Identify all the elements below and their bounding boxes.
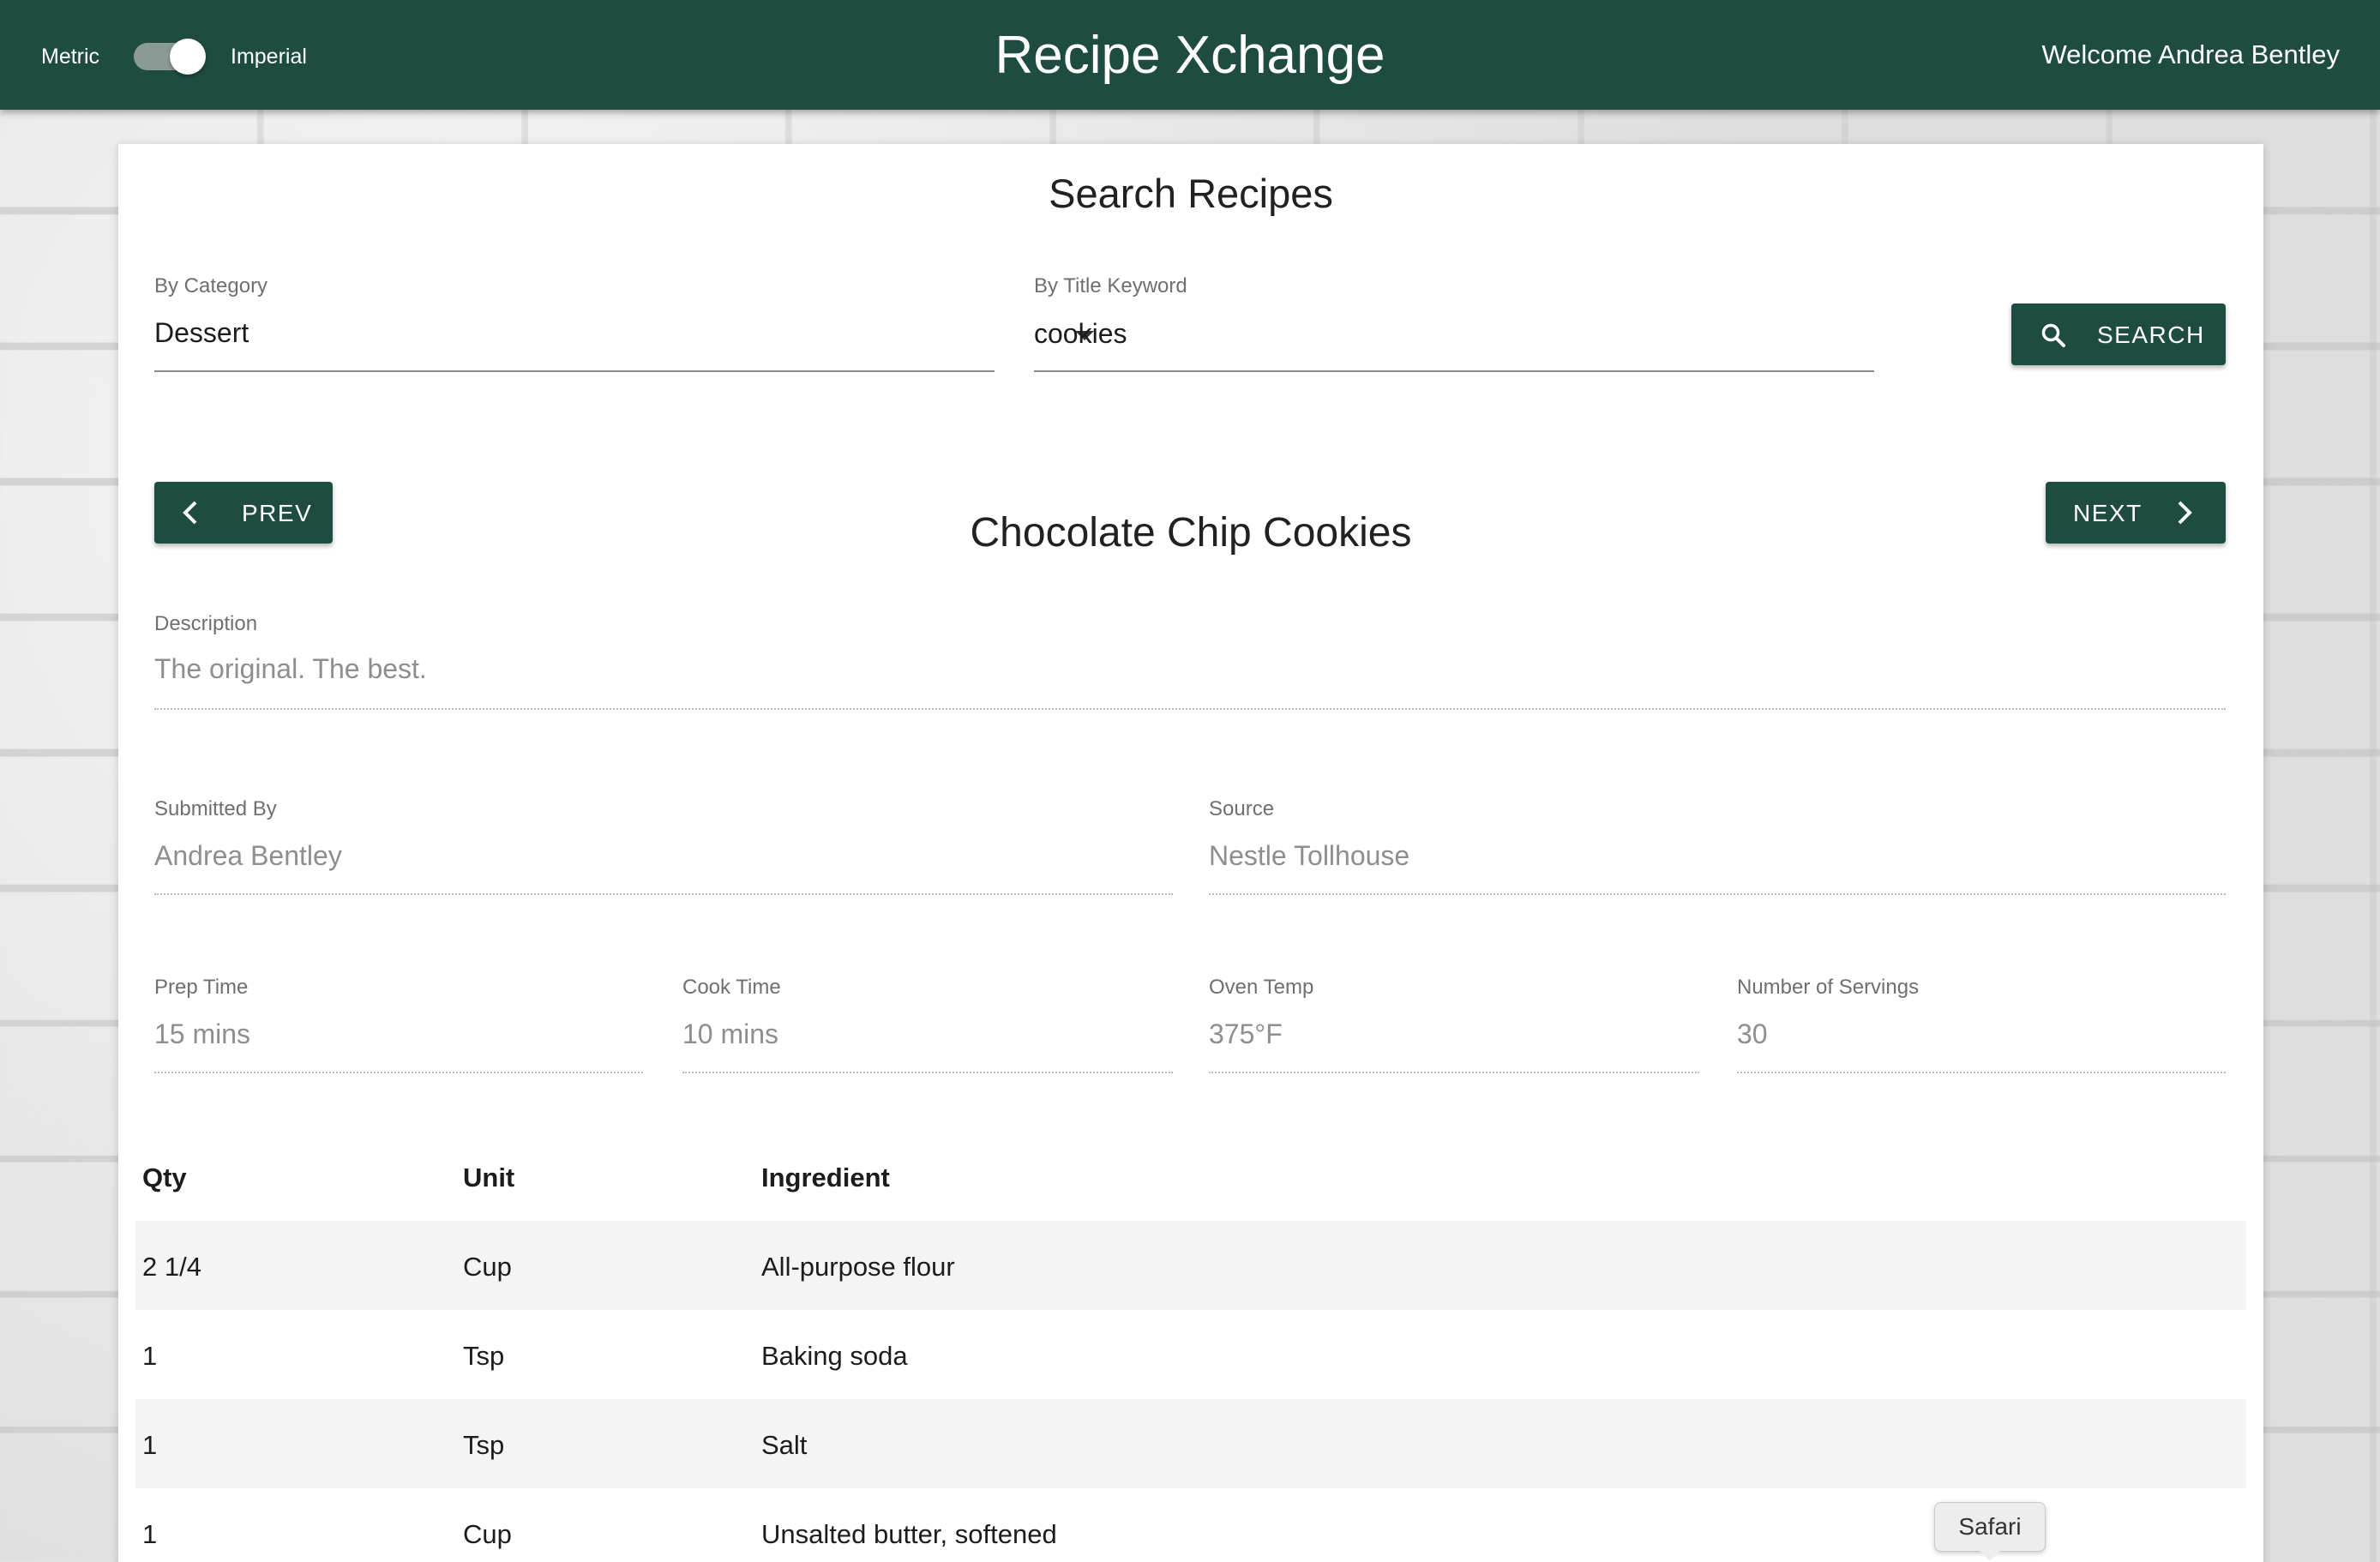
- app-title: Recipe Xchange: [995, 26, 1385, 85]
- column-header-unit: Unit: [463, 1162, 515, 1193]
- search-button-label: SEARCH: [2097, 321, 2205, 348]
- servings-underline: [1737, 1072, 2226, 1073]
- search-icon: [2041, 323, 2065, 347]
- welcome-message: Welcome Andrea Bentley: [2041, 39, 2340, 69]
- unit-cell: Tsp: [463, 1341, 505, 1371]
- category-label: By Category: [154, 274, 268, 297]
- table-row: 1 Tsp Salt: [135, 1399, 2246, 1488]
- source-label: Source: [1209, 797, 1275, 820]
- oven-temp-label: Oven Temp: [1209, 976, 1314, 999]
- ingredient-cell: Salt: [761, 1430, 808, 1460]
- recipe-panel: Search Recipes By Category Dessert By Ti…: [118, 144, 2263, 1562]
- cook-time-underline: [682, 1072, 1173, 1073]
- keyword-underline: [1034, 370, 1874, 372]
- search-button[interactable]: SEARCH: [2011, 303, 2226, 365]
- unit-cell: Cup: [463, 1519, 512, 1549]
- servings-label: Number of Servings: [1737, 976, 1920, 999]
- table-header-row: Qty Unit Ingredient: [135, 1132, 2246, 1221]
- recipe-title: Chocolate Chip Cookies: [970, 510, 1412, 556]
- column-header-ingredient: Ingredient: [761, 1162, 890, 1193]
- prep-time-label: Prep Time: [154, 976, 249, 999]
- table-row: 1 Cup Unsalted butter, softened: [135, 1488, 2246, 1562]
- qty-cell: 2 1/4: [142, 1252, 201, 1282]
- submitted-by-label: Submitted By: [154, 797, 277, 820]
- table-row: 1 Tsp Baking soda: [135, 1310, 2246, 1399]
- prep-time-value: 15 mins: [154, 1018, 251, 1049]
- description-underline: [154, 708, 2226, 710]
- description-value: The original. The best.: [154, 653, 427, 684]
- qty-cell: 1: [142, 1430, 158, 1460]
- description-label: Description: [154, 612, 258, 635]
- oven-temp-value: 375°F: [1209, 1018, 1283, 1049]
- cook-time-label: Cook Time: [682, 976, 781, 999]
- table-row: 2 1/4 Cup All-purpose flour: [135, 1221, 2246, 1310]
- search-title: Search Recipes: [1049, 171, 1333, 216]
- unit-cell: Tsp: [463, 1430, 505, 1460]
- submitted-by-value: Andrea Bentley: [154, 840, 342, 871]
- keyword-label: By Title Keyword: [1034, 274, 1187, 297]
- submitted-by-underline: [154, 893, 1173, 895]
- source-value: Nestle Tollhouse: [1209, 840, 1410, 871]
- servings-value: 30: [1737, 1018, 1768, 1049]
- qty-cell: 1: [142, 1519, 158, 1549]
- qty-cell: 1: [142, 1341, 158, 1371]
- ingredient-cell: Unsalted butter, softened: [761, 1519, 1057, 1549]
- column-header-qty: Qty: [142, 1162, 187, 1193]
- prep-time-underline: [154, 1072, 643, 1073]
- source-underline: [1209, 893, 2226, 895]
- unit-cell: Cup: [463, 1252, 512, 1282]
- keyword-value[interactable]: cookies: [1034, 318, 1127, 350]
- oven-temp-underline: [1209, 1072, 1699, 1073]
- app-bar: Metric Imperial Recipe Xchange Welcome A…: [0, 0, 2380, 110]
- category-underline: [154, 370, 995, 372]
- category-value[interactable]: Dessert: [154, 317, 249, 349]
- cook-time-value: 10 mins: [682, 1018, 779, 1049]
- ingredient-cell: All-purpose flour: [761, 1252, 955, 1282]
- tooltip: Safari: [1934, 1502, 2046, 1561]
- ingredient-cell: Baking soda: [761, 1341, 908, 1371]
